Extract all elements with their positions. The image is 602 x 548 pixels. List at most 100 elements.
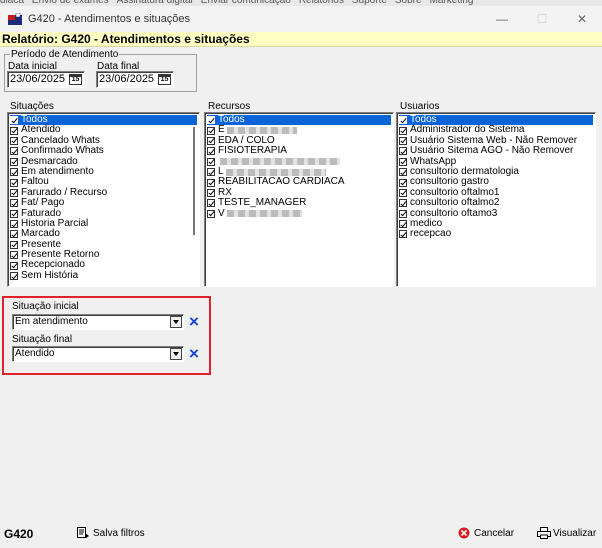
checkbox-icon[interactable] xyxy=(207,168,215,177)
recursos-item[interactable]: Todos xyxy=(207,114,391,126)
checkbox-icon[interactable] xyxy=(399,209,407,218)
clear-situacao-final-icon[interactable]: × xyxy=(187,345,201,362)
recursos-item[interactable] xyxy=(207,157,393,167)
checkbox-icon[interactable] xyxy=(399,157,407,166)
checkbox-icon[interactable] xyxy=(10,168,18,177)
save-filters-icon xyxy=(77,527,90,539)
cancel-label: Cancelar xyxy=(474,527,515,539)
checkbox-icon[interactable] xyxy=(207,209,215,218)
checkbox-icon[interactable] xyxy=(10,220,18,229)
recursos-item-label: TESTE_MANAGER xyxy=(218,197,307,209)
maximize-button[interactable]: ☐ xyxy=(522,6,562,32)
checkbox-icon[interactable] xyxy=(10,230,18,239)
save-filters-label: Salva filtros xyxy=(93,527,145,539)
usuarios-item-label: recepcao xyxy=(410,228,452,240)
end-date-value: 23/06/2025 xyxy=(99,73,155,85)
situacao-final-select[interactable]: Atendido xyxy=(12,346,184,362)
checkbox-icon[interactable] xyxy=(10,178,18,187)
checkbox-icon[interactable] xyxy=(10,136,18,145)
checkbox-icon[interactable] xyxy=(10,272,18,281)
recursos-list[interactable]: Todos E EDA / COLO FISIOTERAPIA L REABILITACA… xyxy=(204,112,394,287)
checkbox-icon[interactable] xyxy=(10,209,18,218)
situacoes-item[interactable]: Sem História xyxy=(10,269,199,281)
start-date-value: 23/06/2025 xyxy=(10,73,66,85)
window-titlebar[interactable]: G420 - Atendimentos e situações — ☐ ✕ xyxy=(0,6,602,32)
checkbox-icon[interactable] xyxy=(10,147,18,156)
checkbox-icon[interactable] xyxy=(10,157,18,166)
redacted-text xyxy=(225,168,326,176)
save-filters-button[interactable]: Salva filtros xyxy=(77,527,145,539)
clear-situacao-inicial-icon[interactable]: × xyxy=(187,313,201,330)
situacoes-list[interactable]: Todos Atendido Cancelado Whats Confirmado W… xyxy=(7,112,200,287)
checkbox-icon[interactable] xyxy=(207,199,215,208)
checkbox-icon[interactable] xyxy=(207,116,215,125)
usuarios-item[interactable]: Usuário Sitema AGO - Não Remover xyxy=(399,145,595,156)
usuarios-label: Usuarios xyxy=(400,101,442,112)
checkbox-icon[interactable] xyxy=(399,126,407,135)
situacoes-label: Situações xyxy=(10,101,56,112)
recursos-item-label: REABILITACAO CARDIACA xyxy=(218,176,345,188)
checkbox-icon[interactable] xyxy=(399,199,407,208)
usuarios-item[interactable]: recepcao xyxy=(399,228,595,240)
view-button[interactable]: Visualizar xyxy=(537,527,596,539)
situacao-inicial-value: Em atendimento xyxy=(15,316,88,327)
checkbox-icon[interactable] xyxy=(10,188,18,197)
checkbox-icon[interactable] xyxy=(399,116,407,125)
checkbox-icon[interactable] xyxy=(399,220,407,229)
period-legend: Período de Atendimento xyxy=(11,49,119,60)
minimize-button[interactable]: — xyxy=(482,6,522,32)
recursos-item[interactable]: REABILITACAO CARDIACA xyxy=(207,176,393,188)
checkbox-icon[interactable] xyxy=(10,240,18,249)
redacted-text xyxy=(226,127,297,135)
recursos-item[interactable]: V xyxy=(207,207,393,219)
redacted-text xyxy=(220,158,340,166)
checkbox-icon[interactable] xyxy=(399,136,407,145)
recursos-label: Recursos xyxy=(208,101,253,112)
checkbox-icon[interactable] xyxy=(399,188,407,197)
start-date-field[interactable]: 23/06/2025 15 xyxy=(7,71,85,88)
checkbox-icon[interactable] xyxy=(207,157,215,166)
usuarios-item-label: consultorio oftalmo2 xyxy=(410,197,500,209)
situacao-inicial-label: Situação inicial xyxy=(12,301,79,312)
redacted-text xyxy=(226,210,302,218)
checkbox-icon[interactable] xyxy=(10,251,18,260)
situacao-inicial-select[interactable]: Em atendimento xyxy=(12,314,184,330)
start-date-calendar-icon[interactable]: 15 xyxy=(69,74,82,85)
usuarios-item[interactable]: consultorio oftalmo2 xyxy=(399,197,595,209)
checkbox-icon[interactable] xyxy=(10,199,18,208)
cancel-button[interactable]: Cancelar xyxy=(458,527,514,539)
close-button[interactable]: ✕ xyxy=(562,6,602,32)
usuarios-list[interactable]: Todos Administrador do Sistema Usuário Sis… xyxy=(396,112,596,287)
recursos-item[interactable]: TESTE_MANAGER xyxy=(207,197,393,209)
situacao-final-value: Atendido xyxy=(15,348,55,359)
report-header: Relatório: G420 - Atendimentos e situaçõ… xyxy=(0,32,602,47)
recursos-item[interactable]: FISIOTERAPIA xyxy=(207,145,393,157)
checkbox-icon[interactable] xyxy=(207,178,215,187)
view-label: Visualizar xyxy=(553,527,597,539)
printer-icon xyxy=(537,527,551,539)
checkbox-icon[interactable] xyxy=(399,178,407,187)
checkbox-icon[interactable] xyxy=(10,116,18,125)
end-date-field[interactable]: 23/06/2025 15 xyxy=(96,71,174,88)
situacao-final-label: Situação final xyxy=(12,334,73,345)
checkbox-icon[interactable] xyxy=(207,188,215,197)
checkbox-icon[interactable] xyxy=(399,230,407,239)
window-title: G420 - Atendimentos e situações xyxy=(28,13,191,25)
recursos-item-label: V xyxy=(218,207,225,219)
checkbox-icon[interactable] xyxy=(399,147,407,156)
checkbox-icon[interactable] xyxy=(207,136,215,145)
situacoes-item[interactable]: Confirmado Whats xyxy=(10,145,199,156)
checkbox-icon[interactable] xyxy=(207,126,215,135)
recursos-item-label: FISIOTERAPIA xyxy=(218,145,287,157)
chevron-down-icon[interactable] xyxy=(170,348,182,360)
situacoes-item-label: Sem História xyxy=(21,269,79,281)
checkbox-icon[interactable] xyxy=(399,168,407,177)
app-icon xyxy=(8,13,22,25)
checkbox-icon[interactable] xyxy=(10,261,18,270)
situacoes-item[interactable]: Fat/ Pago xyxy=(10,197,199,208)
checkbox-icon[interactable] xyxy=(10,126,18,135)
end-date-calendar-icon[interactable]: 15 xyxy=(158,74,171,85)
situacoes-scrollbar[interactable] xyxy=(193,127,195,235)
checkbox-icon[interactable] xyxy=(207,147,215,156)
chevron-down-icon[interactable] xyxy=(170,316,182,328)
